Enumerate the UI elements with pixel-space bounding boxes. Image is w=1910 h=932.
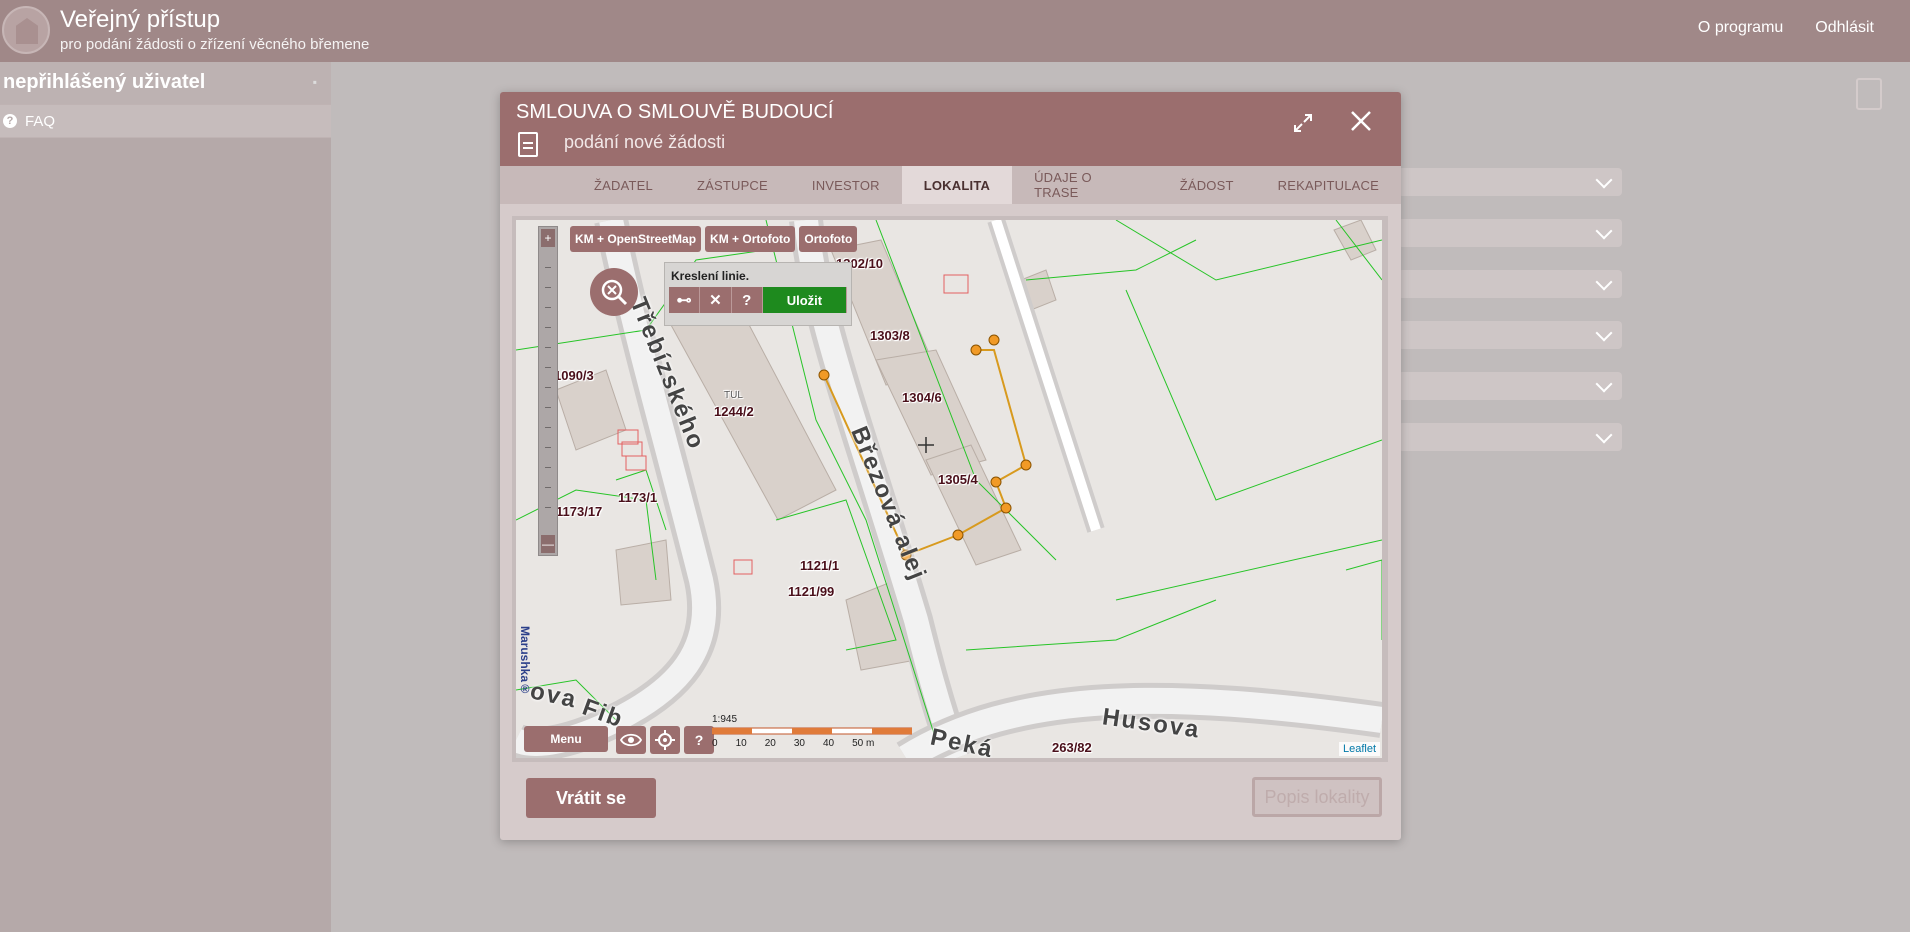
scale-tick: 40 <box>822 738 835 749</box>
document-add-icon[interactable] <box>1856 78 1882 110</box>
chevron-down-icon <box>1595 171 1613 189</box>
parcel-label: 1173/1 <box>618 490 658 505</box>
scale-bar: 1:945 0 10 20 30 40 50 m <box>712 714 912 749</box>
leaflet-attribution-link[interactable]: Leaflet <box>1338 742 1380 756</box>
scale-tick: 50 m <box>852 738 875 749</box>
parcel-label: 1090/3 <box>554 368 594 383</box>
question-circle-icon: ? <box>3 114 17 128</box>
tab-investor[interactable]: INVESTOR <box>790 166 902 204</box>
close-icon[interactable] <box>1348 108 1374 134</box>
map-canvas[interactable]: 1302/10 1303/8 1304/6 1305/4 1090/3 1244… <box>516 220 1382 758</box>
sidebar-item-faq[interactable]: ? FAQ <box>0 104 331 138</box>
describe-location-button[interactable]: Popis lokality <box>1252 777 1382 817</box>
parcel-label: 1305/4 <box>938 472 978 487</box>
wizard-tabs: ŽADATEL ZÁSTUPCE INVESTOR LOKALITA ÚDAJE… <box>500 166 1401 204</box>
sidebar-user: nepřihlášený uživatel ▪ <box>0 62 331 104</box>
app-logo <box>2 6 50 54</box>
crosshair-icon <box>655 730 675 750</box>
scale-tick: 20 <box>764 738 776 749</box>
tab-representative[interactable]: ZÁSTUPCE <box>675 166 790 204</box>
map-help-button[interactable]: ? <box>684 726 714 754</box>
eye-icon <box>620 733 642 747</box>
map-frame: 1302/10 1303/8 1304/6 1305/4 1090/3 1244… <box>512 216 1388 762</box>
pin-icon[interactable]: ▪ <box>313 75 317 89</box>
scale-ratio: 1:945 <box>712 714 738 725</box>
scale-tick: 10 <box>735 738 747 749</box>
sidebar-item-label: FAQ <box>25 112 56 130</box>
draw-panel-title: Kreslení linie. <box>671 269 750 283</box>
chevron-down-icon <box>1595 426 1613 444</box>
marushka-watermark: Marushka® <box>518 626 532 697</box>
request-dialog: SMLOUVA O SMLOUVĚ BUDOUCÍ podání nové žá… <box>500 92 1401 840</box>
sidebar: nepřihlášený uživatel ▪ ? FAQ <box>0 62 331 932</box>
zoom-in-button[interactable]: + <box>541 229 555 247</box>
chevron-down-icon <box>1595 222 1613 240</box>
parcel-label: 1173/17 <box>556 504 603 519</box>
app-header: Veřejný přístup pro podání žádosti o zří… <box>0 0 1910 62</box>
accordion-row[interactable] <box>1398 219 1622 247</box>
parcel-label: 1121/99 <box>788 584 835 599</box>
building-label: TUL <box>724 390 743 401</box>
chevron-down-icon <box>1595 273 1613 291</box>
tab-location[interactable]: LOKALITA <box>901 166 1013 204</box>
dialog-title: SMLOUVA O SMLOUVĚ BUDOUCÍ <box>516 101 834 123</box>
tab-applicant[interactable]: ŽADATEL <box>572 166 675 204</box>
chevron-down-icon <box>1595 375 1613 393</box>
parcel-label: 263/82 <box>1052 740 1092 755</box>
draw-line-panel: Kreslení linie. ⊷ ✕ ? Uložit <box>664 262 852 326</box>
layer-ortho-button[interactable]: Ortofoto <box>799 226 858 252</box>
scale-tick: 0 <box>712 738 718 749</box>
zoom-search-button[interactable] <box>590 268 638 316</box>
zoom-out-button[interactable]: — <box>541 535 555 553</box>
dialog-subtitle: podání nové žádosti <box>564 132 726 152</box>
app-subtitle: pro podání žádosti o zřízení věcného bře… <box>60 36 370 53</box>
about-link[interactable]: O programu <box>1698 19 1783 37</box>
layer-km-osm-button[interactable]: KM + OpenStreetMap <box>570 226 702 252</box>
layer-km-ortho-button[interactable]: KM + Ortofoto <box>705 226 796 252</box>
magnifier-icon <box>601 279 628 306</box>
parcel-label: 1244/2 <box>714 404 754 419</box>
dialog-header: SMLOUVA O SMLOUVĚ BUDOUCÍ podání nové žá… <box>500 92 1401 166</box>
accordion-row[interactable] <box>1398 321 1622 349</box>
tab-route-data[interactable]: ÚDAJE O TRASE <box>1012 166 1158 204</box>
draw-help-button[interactable]: ? <box>731 287 763 313</box>
save-line-button[interactable]: Uložit <box>762 287 847 313</box>
app-title: Veřejný přístup <box>60 6 221 33</box>
accordion-row[interactable] <box>1398 372 1622 400</box>
tab-request[interactable]: ŽÁDOST <box>1158 166 1256 204</box>
expand-icon[interactable] <box>1292 112 1314 134</box>
locate-button[interactable] <box>650 726 680 754</box>
user-label: nepřihlášený uživatel <box>3 71 206 93</box>
delete-line-button[interactable]: ✕ <box>700 287 732 313</box>
chevron-down-icon <box>1595 324 1613 342</box>
accordion-row[interactable] <box>1398 270 1622 298</box>
back-button[interactable]: Vrátit se <box>526 778 656 818</box>
parcel-label: 1304/6 <box>902 390 942 405</box>
parcel-label: 1121/1 <box>800 558 840 573</box>
accordion-row[interactable] <box>1398 168 1622 196</box>
accordion-row[interactable] <box>1398 423 1622 451</box>
map-menu-button[interactable]: Menu <box>524 726 608 752</box>
scale-tick: 30 <box>793 738 805 749</box>
scale-bar-graphic <box>712 727 912 735</box>
document-icon <box>518 132 538 157</box>
visibility-toggle-button[interactable] <box>616 726 646 754</box>
tab-summary[interactable]: REKAPITULACE <box>1256 166 1401 204</box>
draw-line-button[interactable]: ⊷ <box>669 287 701 313</box>
zoom-slider[interactable]: + — <box>538 226 558 556</box>
parcel-label: 1303/8 <box>870 328 910 343</box>
logout-link[interactable]: Odhlásit <box>1815 19 1874 37</box>
dialog-footer: Vrátit se Popis lokality <box>500 764 1401 840</box>
